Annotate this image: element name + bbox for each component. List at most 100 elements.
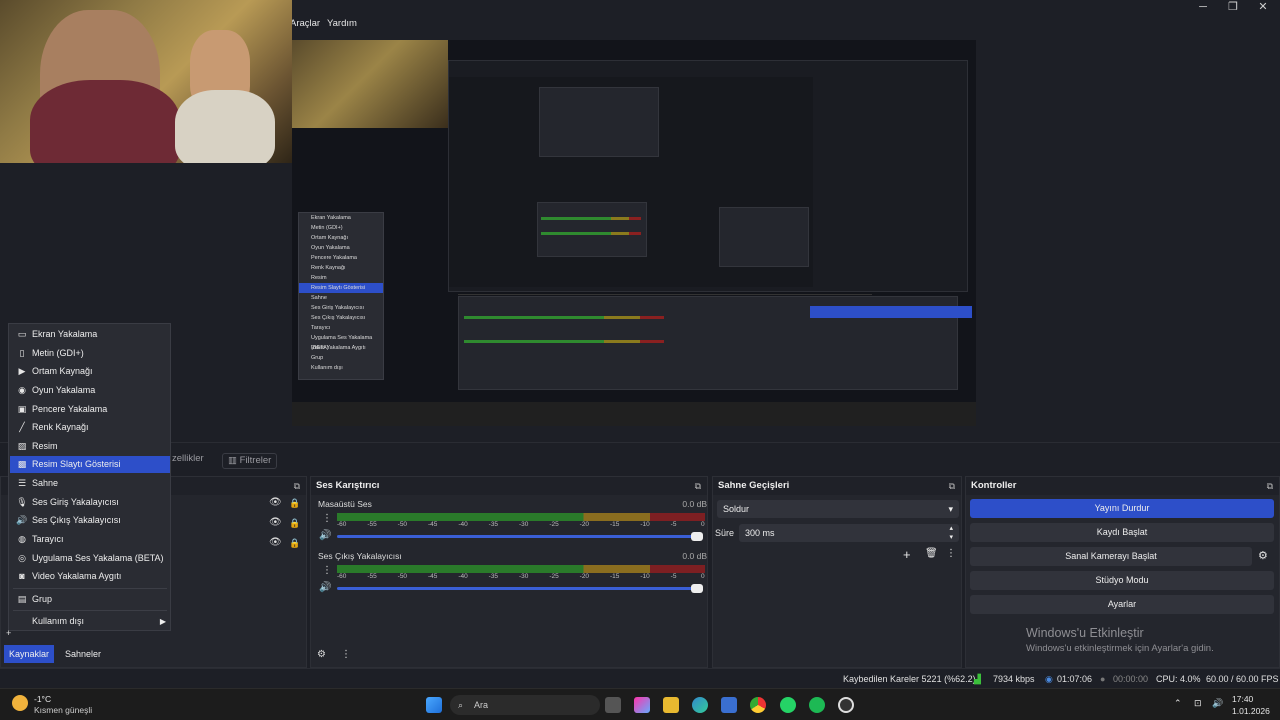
menu-item-deprecated[interactable]: Kullanım dışı ▶ [10, 613, 170, 630]
stop-stream-button[interactable]: Yayını Durdur [970, 499, 1274, 518]
file-explorer-icon[interactable] [663, 697, 679, 713]
obs-icon[interactable] [838, 697, 854, 713]
filters-tab[interactable]: ▥ Filtreler [222, 453, 278, 469]
meter-tick-label: -10 [640, 573, 650, 580]
meter-tick-label: -55 [367, 573, 377, 580]
folder-icon: ▤ [17, 594, 27, 604]
meter-tick-label: 0 [701, 521, 705, 528]
maximize-button[interactable]: ❐ [1216, 0, 1250, 16]
meter-tick-label: -35 [488, 573, 499, 580]
taskbar-search[interactable]: ⌕ Ara [450, 695, 600, 715]
virtual-camera-button[interactable]: Sanal Kamerayı Başlat [970, 547, 1252, 566]
menu-item-window-capture[interactable]: ▣ Pencere Yakalama [10, 401, 170, 418]
nested-obs-window-inner [449, 77, 813, 287]
menu-item-screen-capture[interactable]: ▭ Ekran Yakalama [10, 326, 170, 343]
windows-start-icon[interactable] [426, 697, 442, 713]
dropped-frames: Kaybedilen Kareler 5221 (%62.2) [843, 674, 976, 684]
meter-tick-label: -40 [458, 521, 468, 528]
duration-input[interactable]: 300 ms ▴ ▾ [739, 524, 959, 542]
clock-date: 1.01.2026 [1232, 706, 1270, 716]
nested-obs-window [448, 60, 968, 292]
edge-icon[interactable] [692, 697, 708, 713]
close-button[interactable]: ✕ [1246, 0, 1280, 16]
studio-mode-button[interactable]: Stüdyo Modu [970, 571, 1274, 590]
menu-item-image[interactable]: ▨ Resim [10, 438, 170, 455]
copilot-icon[interactable] [634, 697, 650, 713]
menu-item-video-capture[interactable]: ◙ Video Yakalama Aygıtı [10, 568, 170, 585]
add-source-icon[interactable]: + [6, 628, 11, 638]
menu-item-group[interactable]: ▤ Grup [10, 591, 170, 608]
activation-watermark-subtitle: Windows'u etkinleştirmek için Ayarlar'a … [1026, 643, 1214, 654]
weather-icon[interactable] [12, 695, 28, 711]
speaker-icon[interactable]: 🔊 [319, 530, 331, 541]
menu-item-audio-output[interactable]: 🔊 Ses Çıkış Yakalayıcısı [10, 512, 170, 529]
preview-canvas[interactable]: Ekran Yakalama Metin (GDI+) Ortam Kaynağ… [292, 40, 976, 426]
lock-icon[interactable]: 🔒 [289, 538, 300, 549]
webcam-feed [0, 0, 292, 163]
menu-item-scene[interactable]: ☰ Sahne [10, 475, 170, 492]
add-transition-icon[interactable]: + [903, 547, 911, 562]
mixer-settings-icon[interactable]: ⚙ [317, 649, 326, 660]
store-icon[interactable] [721, 697, 737, 713]
settings-button[interactable]: Ayarlar [970, 595, 1274, 614]
meter-tick-label: -5 [670, 573, 677, 580]
image-icon: ▨ [17, 441, 27, 451]
meter-tick-label: -30 [519, 521, 529, 528]
transitions-title: Sahne Geçişleri ⧉ [713, 477, 961, 495]
volume-icon[interactable]: 🔊 [1212, 698, 1223, 709]
menu-help[interactable]: Yardım [327, 18, 357, 29]
channel-name: Ses Çıkış Yakalayıcısı [318, 551, 402, 561]
menu-item-audio-input[interactable]: 🎙 Ses Giriş Yakalayıcısı [10, 494, 170, 511]
menu-tools[interactable]: Araçlar [290, 18, 320, 29]
popout-icon[interactable]: ⧉ [695, 477, 701, 495]
transition-menu-icon[interactable]: ⋮ [946, 548, 956, 559]
mixer-menu-icon[interactable]: ⋮ [341, 649, 351, 660]
meter-tick-label: -45 [428, 521, 438, 528]
chrome-icon[interactable] [750, 697, 766, 713]
window-icon: ▣ [17, 404, 27, 414]
tab-sources[interactable]: Kaynaklar [4, 645, 55, 663]
popout-icon[interactable]: ⧉ [294, 477, 300, 495]
meter-tick-label: -15 [610, 521, 620, 528]
task-view-icon[interactable] [605, 697, 621, 713]
popout-icon[interactable]: ⧉ [1267, 477, 1273, 495]
gamepad-icon: ◉ [18, 385, 26, 395]
channel-menu-icon[interactable]: ⋮ [322, 565, 332, 576]
meter-tick-label: -25 [549, 521, 559, 528]
menu-item-text[interactable]: ▯ Metin (GDI+) [10, 345, 170, 362]
menu-item-game-capture[interactable]: ◉ Oyun Yakalama [10, 382, 170, 399]
transition-select[interactable]: Soldur ▾ [717, 500, 959, 518]
record-time: 00:00:00 [1113, 674, 1149, 684]
menu-item-media[interactable]: ▶ Ortam Kaynağı [10, 363, 170, 380]
sources-toolbar: + [6, 628, 11, 638]
eye-icon[interactable]: 👁 [269, 517, 282, 528]
mixer-channel-desktop: Masaüstü Ses 0.0 dB ⋮ -60 -55 -50 -45 -40 -35… [317, 499, 709, 551]
menu-item-app-audio[interactable]: ◎ Uygulama Ses Yakalama (BETA) [10, 550, 170, 567]
minimize-button[interactable]: ─ [1186, 0, 1220, 16]
channel-menu-icon[interactable]: ⋮ [322, 513, 332, 524]
menu-item-slideshow[interactable]: ▩ Resim Slaytı Gösterisi [10, 456, 170, 473]
eye-icon[interactable]: 👁 [269, 537, 282, 548]
properties-tab[interactable]: zellikler [172, 453, 204, 469]
audio-mixer-panel: Ses Karıştırıcı ⧉ Masaüstü Ses 0.0 dB ⋮ -… [310, 476, 708, 668]
tab-scenes[interactable]: Sahneler [60, 645, 106, 663]
eye-icon[interactable]: 👁 [269, 497, 282, 508]
popout-icon[interactable]: ⧉ [949, 477, 955, 495]
nested-taskbar [292, 402, 976, 426]
gear-icon[interactable]: ⚙ [1258, 549, 1268, 562]
lock-icon[interactable]: 🔒 [289, 498, 300, 509]
volume-slider[interactable] [337, 532, 703, 541]
menu-item-browser[interactable]: ◍ Tarayıcı [10, 531, 170, 548]
delete-transition-icon[interactable]: 🗑 [925, 548, 938, 559]
speaker-icon[interactable]: 🔊 [319, 582, 331, 593]
stepper-icon[interactable]: ▴ ▾ [949, 524, 953, 542]
lock-icon[interactable]: 🔒 [289, 518, 300, 529]
add-source-context-menu: ▭ Ekran Yakalama ▯ Metin (GDI+) ▶ Ortam Kay… [8, 323, 171, 631]
spotify-icon[interactable] [809, 697, 825, 713]
whatsapp-icon[interactable] [780, 697, 796, 713]
network-icon[interactable]: ⊡ [1194, 698, 1202, 709]
start-record-button[interactable]: Kaydı Başlat [970, 523, 1274, 542]
menu-item-color-source[interactable]: ╱ Renk Kaynağı [10, 419, 170, 436]
tray-chevron-icon[interactable]: ⌃ [1174, 698, 1182, 709]
volume-slider[interactable] [337, 584, 703, 593]
